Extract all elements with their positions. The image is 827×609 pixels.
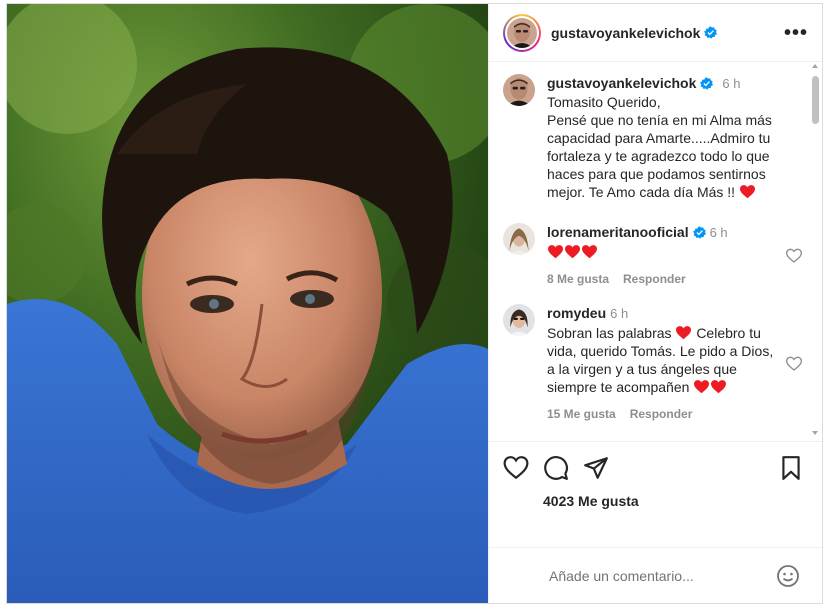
emoji-picker-icon[interactable] bbox=[776, 564, 800, 588]
comment-body: lorenameritanooficial 6 h 8 Me gusta Respo… bbox=[547, 223, 808, 288]
red-heart-emoji-icon bbox=[694, 380, 710, 394]
paper-plane-icon[interactable] bbox=[583, 455, 609, 481]
comment-item: romydeu 6 h Sobran las palabras Celebro t… bbox=[503, 304, 808, 423]
caption-body: gustavoyankelevichok 6 h Tomasito Querido… bbox=[547, 74, 808, 201]
more-options-icon[interactable]: ••• bbox=[784, 23, 808, 43]
red-heart-emoji-icon bbox=[565, 245, 580, 259]
comment-body: romydeu 6 h Sobran las palabras Celebro t… bbox=[547, 304, 808, 423]
red-heart-emoji-icon bbox=[676, 326, 692, 340]
red-heart-emoji-icon bbox=[548, 245, 563, 259]
comment-text: Sobran las palabras Celebro tu vida, que… bbox=[547, 324, 782, 396]
post-header: gustavoyankelevichok ••• bbox=[489, 4, 822, 62]
comment-meta: 15 Me gusta Responder bbox=[547, 405, 782, 423]
reply-button[interactable]: Responder bbox=[623, 272, 686, 286]
caption-time[interactable]: 6 h bbox=[722, 76, 740, 91]
author-avatar-border bbox=[505, 15, 539, 50]
caption-username[interactable]: gustavoyankelevichok bbox=[547, 75, 696, 91]
instagram-post-dialog: gustavoyankelevichok ••• gustavoyankelev… bbox=[6, 3, 823, 604]
comment-item: lorenameritanooficial 6 h 8 Me gusta Respo… bbox=[503, 223, 808, 288]
comment-time[interactable]: 6 h bbox=[610, 306, 628, 321]
author-avatar-story-ring[interactable] bbox=[503, 13, 541, 52]
caption-text: Tomasito Querido, Pensé que no tenía en … bbox=[547, 94, 772, 200]
post-side-panel: gustavoyankelevichok ••• gustavoyankelev… bbox=[488, 4, 822, 603]
likes-count[interactable]: 4023 Me gusta bbox=[489, 493, 822, 523]
scroll-up-arrow-icon[interactable] bbox=[812, 64, 818, 68]
red-heart-emoji-icon bbox=[582, 245, 597, 259]
like-comment-heart-icon[interactable] bbox=[786, 356, 802, 372]
post-photo-illustration bbox=[7, 4, 488, 603]
verified-badge-icon bbox=[704, 26, 718, 39]
author-username[interactable]: gustavoyankelevichok bbox=[551, 25, 700, 41]
red-heart-emoji-icon bbox=[711, 380, 727, 394]
verified-badge-icon bbox=[700, 77, 714, 90]
add-comment-input[interactable] bbox=[549, 567, 776, 584]
comment-time[interactable]: 6 h bbox=[710, 225, 728, 240]
author-avatar bbox=[507, 17, 537, 48]
comment-text-part-1: Sobran las palabras bbox=[547, 325, 672, 341]
caption-author-avatar[interactable] bbox=[503, 74, 535, 106]
comment-likes-count[interactable]: 8 Me gusta bbox=[547, 272, 609, 286]
comment-username[interactable]: romydeu bbox=[547, 305, 606, 321]
post-actions-bar bbox=[489, 441, 822, 493]
post-photo[interactable] bbox=[7, 4, 488, 603]
scroll-down-arrow-icon[interactable] bbox=[812, 431, 818, 435]
red-heart-emoji-icon bbox=[739, 185, 755, 199]
post-caption: gustavoyankelevichok 6 h Tomasito Querido… bbox=[503, 74, 808, 201]
comment-likes-count[interactable]: 15 Me gusta bbox=[547, 407, 616, 421]
speech-bubble-icon[interactable] bbox=[543, 455, 569, 481]
caption-text-wrap: Tomasito Querido, Pensé que no tenía en … bbox=[547, 93, 778, 201]
verified-badge-icon bbox=[692, 226, 706, 239]
heart-outline-icon[interactable] bbox=[503, 455, 529, 481]
comment-text bbox=[547, 243, 782, 261]
like-comment-heart-icon[interactable] bbox=[786, 248, 802, 264]
comments-section[interactable]: gustavoyankelevichok 6 h Tomasito Querido… bbox=[489, 62, 822, 441]
commenter-avatar[interactable] bbox=[503, 304, 535, 336]
comment-username[interactable]: lorenameritanooficial bbox=[547, 224, 689, 240]
bookmark-icon[interactable] bbox=[778, 455, 804, 481]
comment-meta: 8 Me gusta Responder bbox=[547, 270, 782, 288]
add-comment-bar bbox=[489, 547, 822, 603]
scroll-thumb[interactable] bbox=[812, 76, 819, 124]
comments-scrollbar[interactable] bbox=[810, 62, 820, 441]
reply-button[interactable]: Responder bbox=[630, 407, 693, 421]
commenter-avatar[interactable] bbox=[503, 223, 535, 255]
